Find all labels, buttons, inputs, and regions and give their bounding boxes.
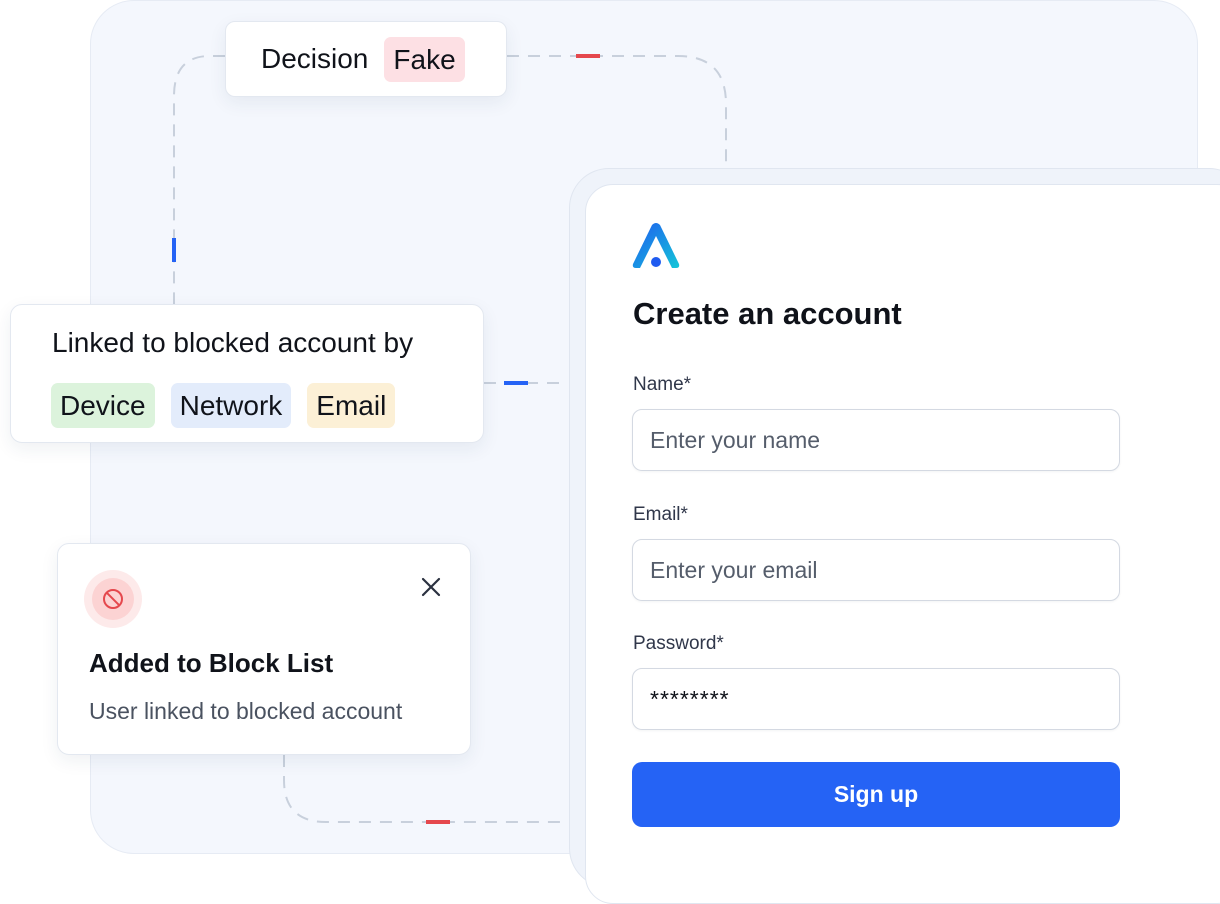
- email-input[interactable]: [632, 539, 1120, 601]
- toast-message: User linked to blocked account: [89, 698, 403, 724]
- name-input[interactable]: [632, 409, 1120, 471]
- decision-verdict-badge: Fake: [384, 36, 465, 82]
- tag-network: Network: [170, 383, 292, 428]
- sign-up-button[interactable]: Sign up: [632, 762, 1120, 827]
- decision-label: Decision: [261, 43, 369, 74]
- email-label: Email*: [633, 504, 688, 525]
- password-input[interactable]: [632, 668, 1120, 730]
- linked-title: Linked to blocked account by: [52, 327, 414, 358]
- tag-device: Device: [51, 383, 155, 428]
- toast-title: Added to Block List: [89, 648, 334, 678]
- password-label: Password*: [633, 633, 724, 654]
- ban-icon: [84, 570, 142, 628]
- tag-email: Email: [307, 383, 396, 428]
- linked-tags: Device Network Email: [51, 383, 396, 428]
- block-list-toast: Added to Block List User linked to block…: [57, 543, 471, 755]
- name-label: Name*: [633, 374, 692, 395]
- brand-logo-icon: [632, 223, 680, 268]
- linked-accounts-card: Linked to blocked account by Device Netw…: [10, 304, 484, 443]
- form-title: Create an account: [633, 296, 902, 331]
- decision-card: Decision Fake: [225, 21, 507, 97]
- close-icon[interactable]: [416, 572, 446, 602]
